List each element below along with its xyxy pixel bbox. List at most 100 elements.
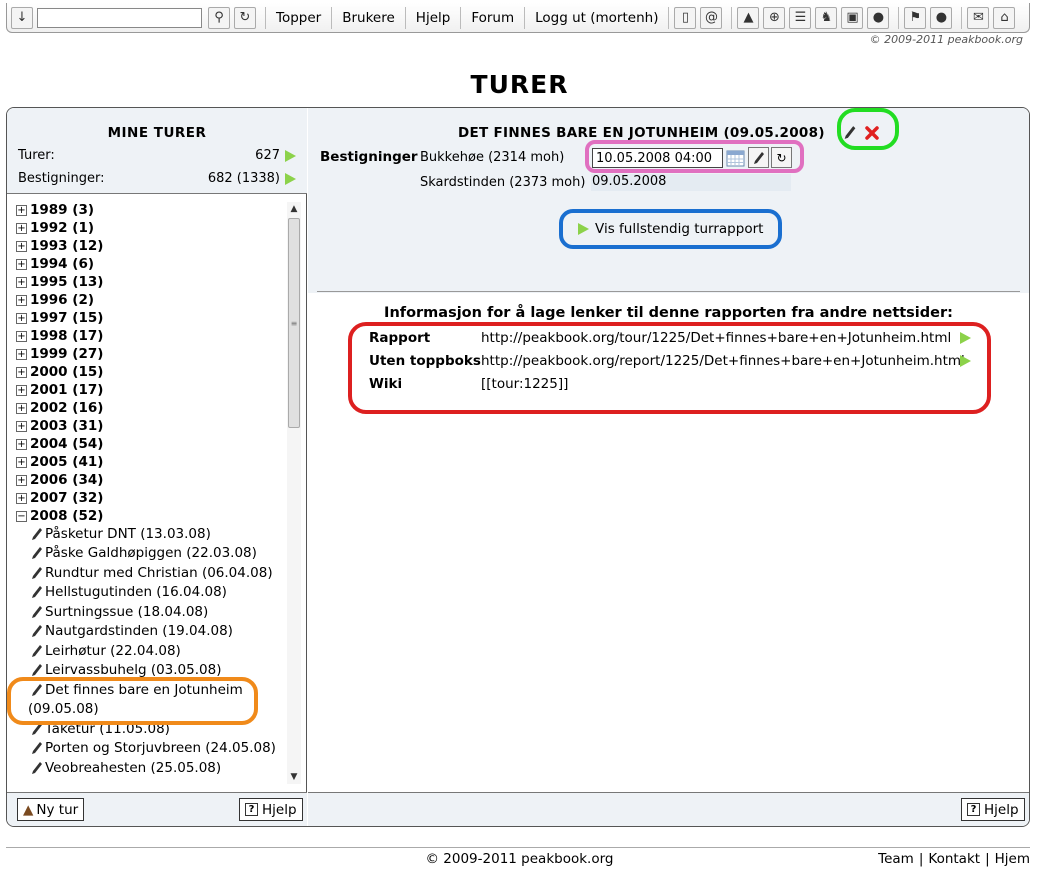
year-label[interactable]: 1996 (2) <box>30 292 94 308</box>
year-label[interactable]: 2006 (34) <box>30 472 103 488</box>
pencil-icon[interactable] <box>31 722 43 736</box>
expand-icon[interactable]: + <box>16 456 27 468</box>
year-label[interactable]: 1998 (17) <box>30 328 103 344</box>
pencil-icon[interactable] <box>31 527 43 541</box>
year-label[interactable]: 1997 (15) <box>30 310 103 326</box>
tour-item-selected[interactable]: Det finnes bare en Jotunheim <box>31 682 243 698</box>
year-label[interactable]: 2000 (15) <box>30 364 103 380</box>
pencil-icon[interactable] <box>31 624 43 638</box>
pencil-icon[interactable] <box>31 683 43 697</box>
tour-label[interactable]: Hellstugutinden (16.04.08) <box>45 584 227 600</box>
year-label[interactable]: 2005 (41) <box>30 454 103 470</box>
tour-label[interactable]: Leirhøtur (22.04.08) <box>45 643 181 659</box>
refresh-icon[interactable]: ↻ <box>771 147 792 168</box>
refresh-icon[interactable]: ↻ <box>234 6 256 29</box>
year-node[interactable]: +2004 (54) <box>16 435 103 453</box>
year-node[interactable]: −2008 (52) <box>16 507 103 525</box>
expand-icon[interactable]: + <box>16 240 27 252</box>
calendar-icon[interactable] <box>725 147 746 168</box>
expand-icon[interactable]: + <box>16 258 27 270</box>
link-url[interactable]: [[tour:1225]] <box>481 376 568 392</box>
pencil-icon[interactable] <box>31 663 43 677</box>
year-node[interactable]: +1996 (2) <box>16 291 94 309</box>
expand-icon[interactable]: + <box>16 330 27 342</box>
pencil-icon[interactable] <box>31 605 43 619</box>
year-label[interactable]: 2004 (54) <box>30 436 103 452</box>
footer-link-hjem[interactable]: Hjem <box>995 851 1030 867</box>
speech-bubble-icon[interactable]: ● <box>867 6 890 29</box>
year-label[interactable]: 2008 (52) <box>30 508 103 524</box>
tour-item-date[interactable]: (09.05.08) <box>28 701 99 717</box>
expand-icon[interactable]: + <box>16 348 27 360</box>
year-label[interactable]: 1992 (1) <box>30 220 94 236</box>
expand-icon[interactable]: + <box>16 222 27 234</box>
year-label[interactable]: 2003 (31) <box>30 418 103 434</box>
nav-link-topper[interactable]: Topper <box>271 10 326 26</box>
tour-label[interactable]: Påske Galdhøpiggen (22.03.08) <box>45 545 257 561</box>
footer-link-team[interactable]: Team <box>878 851 914 867</box>
year-node[interactable]: +2001 (17) <box>16 381 103 399</box>
tour-label[interactable]: Nautgardstinden (19.04.08) <box>45 623 233 639</box>
pencil-icon[interactable] <box>31 644 43 658</box>
download-icon[interactable]: ↓ <box>11 6 33 29</box>
year-node[interactable]: +2007 (32) <box>16 489 103 507</box>
year-label[interactable]: 2007 (32) <box>30 490 103 506</box>
tour-label[interactable]: Tåketur (11.05.08) <box>45 721 170 737</box>
tree-scrollbar[interactable]: ▲ ≡ ▼ <box>287 202 301 784</box>
picture-icon[interactable]: ▣ <box>841 6 864 29</box>
pencil-icon[interactable] <box>31 585 43 599</box>
collapse-icon[interactable]: − <box>16 510 27 522</box>
peak-name[interactable]: Bukkehøe (2314 moh) <box>420 150 564 165</box>
tour-label[interactable]: Porten og Storjuvbreen (24.05.08) <box>45 740 276 756</box>
search-input[interactable] <box>37 7 202 28</box>
play-arrow-icon[interactable] <box>285 172 296 185</box>
tour-label[interactable]: Leirvassbuhelg (03.05.08) <box>45 662 221 678</box>
pencil-icon[interactable] <box>31 546 43 560</box>
expand-icon[interactable]: + <box>16 366 27 378</box>
expand-icon[interactable]: + <box>16 402 27 414</box>
tour-item[interactable]: Rundtur med Christian (06.04.08) <box>31 565 273 581</box>
expand-icon[interactable]: + <box>16 204 27 216</box>
year-label[interactable]: 2001 (17) <box>30 382 103 398</box>
year-label[interactable]: 1999 (27) <box>30 346 103 362</box>
at-icon[interactable]: @ <box>700 6 723 29</box>
nav-link-hjelp[interactable]: Hjelp <box>411 10 456 26</box>
new-tour-button[interactable]: ▲ Ny tur <box>17 798 85 821</box>
link-url[interactable]: http://peakbook.org/report/1225/Det+finn… <box>481 353 965 369</box>
edit-pencil-icon[interactable] <box>748 147 769 168</box>
tour-item[interactable]: Veobreahesten (25.05.08) <box>31 760 221 776</box>
expand-icon[interactable]: + <box>16 384 27 396</box>
tour-label[interactable]: Det finnes bare en Jotunheim <box>45 682 243 698</box>
year-node[interactable]: +2003 (31) <box>16 417 103 435</box>
tour-item[interactable]: Påske Galdhøpiggen (22.03.08) <box>31 545 257 561</box>
left-help-button[interactable]: ? Hjelp <box>239 798 303 821</box>
year-label[interactable]: 1989 (3) <box>30 202 94 218</box>
tour-item[interactable]: Påsketur DNT (13.03.08) <box>31 526 211 542</box>
tour-label[interactable]: (09.05.08) <box>28 701 99 717</box>
year-label[interactable]: 2002 (16) <box>30 400 103 416</box>
year-node[interactable]: +1994 (6) <box>16 255 94 273</box>
play-arrow-icon[interactable] <box>960 355 971 367</box>
tour-label[interactable]: Rundtur med Christian (06.04.08) <box>45 565 273 581</box>
play-arrow-icon[interactable] <box>285 149 296 162</box>
delete-x-icon[interactable] <box>864 125 880 141</box>
expand-icon[interactable]: + <box>16 474 27 486</box>
year-label[interactable]: 1995 (13) <box>30 274 103 290</box>
expand-icon[interactable]: + <box>16 294 27 306</box>
footer-link-kontakt[interactable]: Kontakt <box>928 851 980 867</box>
year-node[interactable]: +2000 (15) <box>16 363 103 381</box>
year-node[interactable]: +1999 (27) <box>16 345 103 363</box>
year-label[interactable]: 1994 (6) <box>30 256 94 272</box>
year-node[interactable]: +1995 (13) <box>16 273 103 291</box>
expand-icon[interactable]: + <box>16 312 27 324</box>
peak-name[interactable]: Skardstinden (2373 moh) <box>420 175 585 190</box>
plus-circle-icon[interactable]: ⊕ <box>763 6 786 29</box>
globe-icon[interactable]: ● <box>930 6 953 29</box>
scroll-up-arrow-icon[interactable]: ▲ <box>287 202 301 216</box>
year-node[interactable]: +1998 (17) <box>16 327 103 345</box>
year-node[interactable]: +2005 (41) <box>16 453 103 471</box>
search-icon[interactable]: ⚲ <box>208 6 230 29</box>
right-help-button[interactable]: ? Hjelp <box>961 798 1025 821</box>
home-icon[interactable]: ⌂ <box>993 6 1016 29</box>
year-node[interactable]: +1992 (1) <box>16 219 94 237</box>
